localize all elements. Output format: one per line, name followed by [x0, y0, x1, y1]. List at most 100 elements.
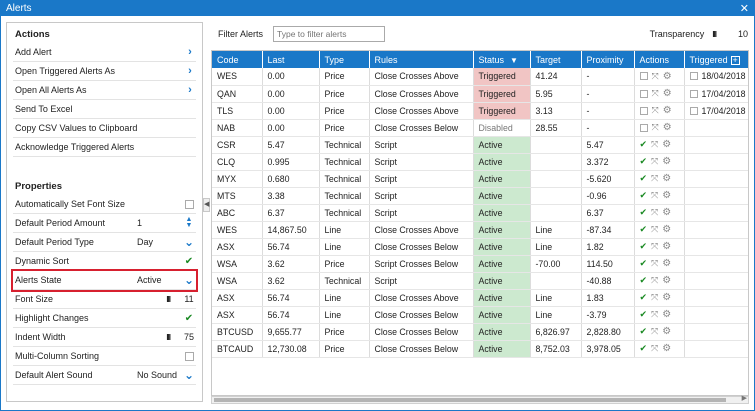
expand-icon[interactable]: ⤧ [651, 309, 658, 320]
chevron-down-icon[interactable]: ⌄ [183, 369, 195, 381]
expand-icon[interactable]: ⤧ [651, 190, 658, 201]
column-header-type[interactable]: Type [319, 51, 370, 68]
property-control[interactable]: ⌄ [182, 274, 196, 286]
gear-icon[interactable]: ⚙ [662, 258, 671, 269]
checkmark-icon[interactable]: ✔ [640, 224, 648, 235]
expand-icon[interactable]: ⤧ [652, 122, 659, 133]
checkmark-icon[interactable]: ✔ [185, 256, 193, 267]
table-row[interactable]: QAN 0.00 Price Close Crosses Above Triggered… [212, 85, 748, 103]
property-grip[interactable]: III [137, 333, 182, 342]
checkmark-icon[interactable]: ✔ [640, 343, 648, 354]
column-header-target[interactable]: Target [530, 51, 582, 68]
checkbox-icon[interactable] [184, 351, 194, 361]
table-row[interactable]: WES 0.00 Price Close Crosses Above Triggered… [212, 68, 748, 86]
property-value[interactable]: 1 [137, 218, 182, 228]
gear-icon[interactable]: ⚙ [662, 241, 671, 252]
gear-icon[interactable]: ⚙ [663, 88, 672, 99]
property-control[interactable]: ✔ [182, 313, 196, 324]
gear-icon[interactable]: ⚙ [662, 139, 671, 150]
checkbox-icon[interactable] [639, 106, 648, 115]
property-control[interactable] [182, 199, 196, 209]
action-item[interactable]: Add Alert › [13, 43, 196, 62]
column-header-rules[interactable]: Rules [369, 51, 474, 68]
action-item[interactable]: Acknowledge Triggered Alerts [13, 138, 196, 157]
table-row[interactable]: ABC 6.37 Technical Script Active 6.37 ✔ ⤧ ⚙ [212, 204, 748, 222]
table-row[interactable]: WSA 3.62 Technical Script Active -40.88 ✔ ⤧ ⚙ [212, 272, 748, 290]
checkmark-icon[interactable]: ✔ [640, 309, 648, 320]
expand-icon[interactable]: ⤧ [651, 292, 658, 303]
spinner-icon[interactable]: ▲ ▼ [186, 216, 193, 229]
column-header-proximity[interactable]: Proximity [581, 51, 635, 68]
filter-input[interactable] [273, 26, 385, 42]
gear-icon[interactable]: ⚙ [662, 156, 671, 167]
table-row[interactable]: ASX 56.74 Line Close Crosses Below Active Lin… [212, 238, 748, 256]
gear-icon[interactable]: ⚙ [662, 326, 671, 337]
checkbox-icon[interactable] [639, 123, 648, 132]
scrollbar-thumb[interactable] [214, 398, 726, 402]
expand-icon[interactable]: ⤧ [651, 343, 658, 354]
transparency-slider-grip[interactable]: III [712, 30, 717, 39]
expand-icon[interactable]: ⤧ [652, 105, 659, 116]
action-item[interactable]: Open Triggered Alerts As › [13, 62, 196, 81]
gear-icon[interactable]: ⚙ [662, 224, 671, 235]
table-row[interactable]: TLS 0.00 Price Close Crosses Above Triggered… [212, 102, 748, 120]
checkmark-icon[interactable]: ✔ [640, 190, 648, 201]
checkmark-icon[interactable]: ✔ [640, 139, 648, 150]
chevron-down-icon[interactable]: ⌄ [183, 236, 195, 248]
table-row[interactable]: MTS 3.38 Technical Script Active -0.96 ✔ ⤧ ⚙ [212, 187, 748, 205]
expand-icon[interactable]: ⤧ [651, 139, 658, 150]
checkmark-icon[interactable]: ✔ [640, 326, 648, 337]
expand-icon[interactable]: ⤧ [652, 88, 659, 99]
property-value[interactable]: No Sound [137, 370, 182, 380]
gear-icon[interactable]: ⚙ [662, 275, 671, 286]
expand-icon[interactable]: ⤧ [651, 241, 658, 252]
expand-icon[interactable]: ⤧ [652, 71, 659, 82]
checkbox-icon[interactable] [689, 72, 698, 81]
property-control[interactable]: ⌄ [182, 236, 196, 248]
table-row[interactable]: CSR 5.47 Technical Script Active 5.47 ✔ ⤧ ⚙ [212, 136, 748, 154]
action-item[interactable]: Copy CSV Values to Clipboard [13, 119, 196, 138]
table-row[interactable]: CLQ 0.995 Technical Script Active 3.372 ✔ ⤧ ⚙ [212, 153, 748, 171]
checkbox-icon[interactable] [184, 199, 194, 209]
table-row[interactable]: WES 14,867.50 Line Close Crosses Above Activ… [212, 221, 748, 239]
scroll-right-icon[interactable]: ▶ [742, 394, 747, 402]
checkbox-icon[interactable] [689, 89, 698, 98]
checkbox-icon[interactable] [639, 72, 648, 81]
expand-icon[interactable]: ⤧ [651, 224, 658, 235]
checkmark-icon[interactable]: ✔ [640, 292, 648, 303]
table-row[interactable]: WSA 3.62 Price Script Crosses Below Active -7… [212, 255, 748, 273]
property-control[interactable]: ✔ [182, 256, 196, 267]
gear-icon[interactable]: ⚙ [663, 122, 672, 133]
expand-icon[interactable]: ⤧ [651, 207, 658, 218]
checkmark-icon[interactable]: ✔ [640, 241, 648, 252]
property-control[interactable]: ▲ ▼ [182, 216, 196, 229]
table-row[interactable]: BTCAUD 12,730.08 Price Close Crosses Below A… [212, 340, 748, 358]
checkbox-icon[interactable] [689, 106, 698, 115]
table-row[interactable]: NAB 0.00 Price Close Crosses Below Disabled 2… [212, 119, 748, 137]
checkmark-icon[interactable]: ✔ [640, 173, 648, 184]
add-column-icon[interactable]: + [730, 55, 740, 65]
checkbox-icon[interactable] [639, 89, 648, 98]
expand-icon[interactable]: ⤧ [651, 173, 658, 184]
column-header-status[interactable]: Status ▼ [473, 51, 531, 68]
gear-icon[interactable]: ⚙ [662, 207, 671, 218]
action-item[interactable]: Open All Alerts As › [13, 81, 196, 100]
action-item[interactable]: Send To Excel [13, 100, 196, 119]
property-value[interactable]: Active [137, 275, 182, 285]
horizontal-scrollbar[interactable]: ▶ [211, 394, 749, 404]
table-row[interactable]: ASX 56.74 Line Close Crosses Below Active Lin… [212, 306, 748, 324]
property-grip[interactable]: III [137, 295, 182, 304]
gear-icon[interactable]: ⚙ [662, 343, 671, 354]
checkmark-icon[interactable]: ✔ [640, 156, 648, 167]
table-row[interactable]: MYX 0.680 Technical Script Active -5.620 ✔ ⤧ ⚙ [212, 170, 748, 188]
checkmark-icon[interactable]: ✔ [640, 258, 648, 269]
property-value[interactable]: Day [137, 237, 182, 247]
gear-icon[interactable]: ⚙ [662, 292, 671, 303]
expand-icon[interactable]: ⤧ [651, 326, 658, 337]
checkmark-icon[interactable]: ✔ [640, 207, 648, 218]
gear-icon[interactable]: ⚙ [662, 309, 671, 320]
column-header-actions[interactable]: Actions [634, 51, 685, 68]
table-row[interactable]: ASX 56.74 Line Close Crosses Above Active Lin… [212, 289, 748, 307]
property-control[interactable] [182, 351, 196, 361]
expand-icon[interactable]: ⤧ [651, 156, 658, 167]
